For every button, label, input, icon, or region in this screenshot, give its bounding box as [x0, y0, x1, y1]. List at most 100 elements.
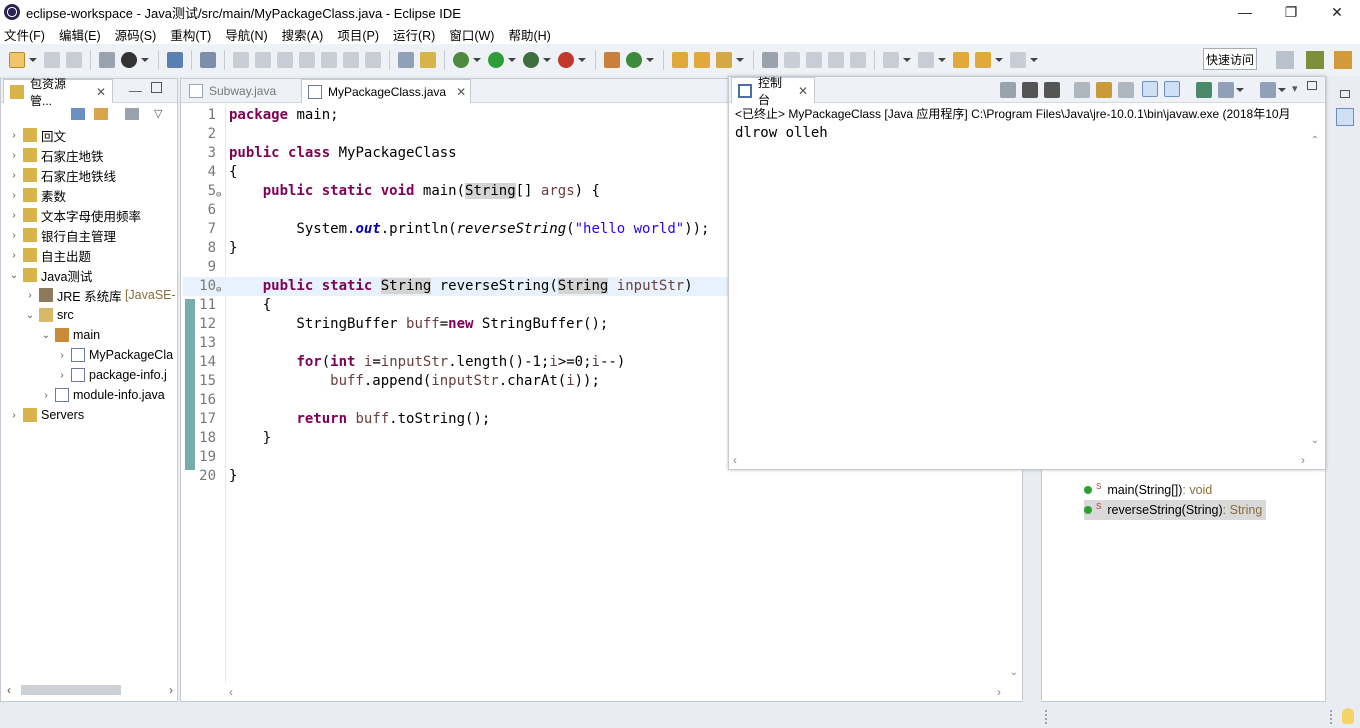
- expand-icon[interactable]: ›: [9, 210, 19, 221]
- expand-icon[interactable]: ›: [9, 190, 19, 201]
- menu-refactor[interactable]: 重构(T): [170, 25, 211, 44]
- outline-item-reversestring[interactable]: S reverseString(String) : String: [1084, 500, 1267, 520]
- view-menu-icon[interactable]: ▽: [154, 107, 162, 120]
- menu-run[interactable]: 运行(R): [393, 25, 435, 44]
- restore-view-icon[interactable]: [1307, 81, 1317, 90]
- open-type-icon[interactable]: [672, 52, 688, 68]
- expand-icon[interactable]: ›: [57, 370, 67, 381]
- tree-item-letter-frequency[interactable]: › 文本字母使用频率: [1, 205, 177, 225]
- profile-dropdown-icon[interactable]: [141, 58, 149, 62]
- collapse-icon[interactable]: ⌄: [25, 310, 35, 321]
- annotation-icon[interactable]: [762, 52, 778, 68]
- debug-dropdown-icon[interactable]: [473, 58, 481, 62]
- expand-icon[interactable]: ›: [9, 230, 19, 241]
- scroll-up-icon[interactable]: ⌃: [1311, 135, 1319, 146]
- forward-icon[interactable]: [1010, 52, 1026, 68]
- new-java-package-icon[interactable]: [604, 52, 620, 68]
- run-icon[interactable]: [488, 52, 504, 68]
- open-task-icon[interactable]: [694, 52, 710, 68]
- disconnect-icon[interactable]: [299, 52, 315, 68]
- coverage-dropdown-icon[interactable]: [543, 58, 551, 62]
- close-icon[interactable]: ✕: [456, 85, 466, 99]
- scroll-left-icon[interactable]: ‹: [733, 453, 737, 467]
- previous-annotation-dropdown-icon[interactable]: [938, 58, 946, 62]
- console-minimized-icon[interactable]: [1336, 108, 1354, 126]
- forward-dropdown-icon[interactable]: [1030, 58, 1038, 62]
- show-console-on-error-icon[interactable]: [1164, 81, 1180, 97]
- suspend-icon[interactable]: [255, 52, 271, 68]
- terminate-icon[interactable]: [277, 52, 293, 68]
- scroll-right-icon[interactable]: ›: [997, 685, 1001, 699]
- coverage-icon[interactable]: [523, 52, 539, 68]
- console-output[interactable]: dlrow olleh: [735, 125, 828, 141]
- java-ee-perspective-icon[interactable]: [1306, 51, 1324, 69]
- show-console-on-output-icon[interactable]: [1142, 81, 1158, 97]
- back-dropdown-icon[interactable]: [995, 58, 1003, 62]
- scroll-left-icon[interactable]: ‹: [229, 685, 233, 699]
- menu-navigate[interactable]: 导航(N): [225, 25, 267, 44]
- drop-to-frame-icon[interactable]: [420, 52, 436, 68]
- menu-edit[interactable]: 编辑(E): [59, 25, 101, 44]
- menu-search[interactable]: 搜索(A): [282, 25, 324, 44]
- external-tools-dropdown-icon[interactable]: [578, 58, 586, 62]
- scroll-down-icon[interactable]: ⌄: [1010, 667, 1018, 678]
- tree-item-bank[interactable]: › 银行自主管理: [1, 225, 177, 245]
- search-icon[interactable]: [716, 52, 732, 68]
- save-icon[interactable]: [44, 52, 60, 68]
- back-icon[interactable]: [975, 52, 991, 68]
- tree-item-mypackageclass[interactable]: › MyPackageCla: [1, 345, 177, 365]
- tree-item-palindrome[interactable]: › 回文: [1, 125, 177, 145]
- open-perspective-icon[interactable]: [1276, 51, 1294, 69]
- toggle-mark-occurrences-icon[interactable]: [784, 52, 800, 68]
- word-wrap-icon[interactable]: [1118, 82, 1134, 98]
- tree-item-quiz[interactable]: › 自主出题: [1, 245, 177, 265]
- minimize-view-icon[interactable]: —: [129, 83, 142, 98]
- new-dropdown-icon[interactable]: [29, 58, 37, 62]
- terminate-icon[interactable]: [1000, 82, 1016, 98]
- step-over-icon[interactable]: [343, 52, 359, 68]
- maximize-button[interactable]: ❐: [1268, 0, 1314, 24]
- remove-launch-icon[interactable]: [1022, 82, 1038, 98]
- previous-annotation-icon[interactable]: [918, 52, 934, 68]
- tree-item-servers[interactable]: › Servers: [1, 405, 177, 425]
- step-return-icon[interactable]: [365, 52, 381, 68]
- tree-item-package-info[interactable]: › package-info.j: [1, 365, 177, 385]
- expand-icon[interactable]: ›: [9, 150, 19, 161]
- tab-subway-java[interactable]: Subway.java: [183, 79, 299, 103]
- java-perspective-icon[interactable]: [1334, 51, 1352, 69]
- close-window-button[interactable]: ✕: [1314, 0, 1360, 24]
- toggle-word-wrap-icon[interactable]: [806, 52, 822, 68]
- collapse-all-icon[interactable]: [71, 108, 85, 120]
- tree-item-subway-line[interactable]: › 石家庄地铁线: [1, 165, 177, 185]
- horizontal-scrollbar[interactable]: ‹ ›: [7, 683, 173, 697]
- run-dropdown-icon[interactable]: [508, 58, 516, 62]
- scroll-left-icon[interactable]: ‹: [7, 683, 11, 697]
- tree-item-main-package[interactable]: ⌄ main: [1, 325, 177, 345]
- tree-item-subway[interactable]: › 石家庄地铁: [1, 145, 177, 165]
- menu-source[interactable]: 源码(S): [115, 25, 157, 44]
- expand-icon[interactable]: ›: [9, 170, 19, 181]
- tips-lightbulb-icon[interactable]: [1342, 708, 1354, 724]
- menu-project[interactable]: 项目(P): [337, 25, 379, 44]
- close-icon[interactable]: ✕: [798, 84, 808, 98]
- new-class-dropdown-icon[interactable]: [646, 58, 654, 62]
- remove-all-terminated-icon[interactable]: [1044, 82, 1060, 98]
- expand-icon[interactable]: ›: [9, 250, 19, 261]
- restore-stack-icon[interactable]: [1340, 90, 1350, 98]
- display-console-dropdown-icon[interactable]: [1236, 88, 1244, 92]
- focus-on-task-icon[interactable]: [125, 108, 139, 120]
- show-whitespace-icon[interactable]: [850, 52, 866, 68]
- tree-item-java-test[interactable]: ⌄ Java测试: [1, 265, 177, 285]
- scroll-down-icon[interactable]: ⌄: [1311, 435, 1319, 446]
- console-toggle-icon[interactable]: [167, 52, 183, 68]
- search-dropdown-icon[interactable]: [736, 58, 744, 62]
- pin-console-icon[interactable]: [1196, 82, 1212, 98]
- tab-mypackageclass-java[interactable]: MyPackageClass.java ✕: [301, 79, 471, 103]
- tree-item-jre-library[interactable]: › JRE 系统库 [JavaSE-: [1, 285, 177, 305]
- menu-file[interactable]: 文件(F): [4, 25, 45, 44]
- tab-package-explorer[interactable]: 包资源管... ✕: [3, 77, 113, 108]
- outline-item-main[interactable]: S main(String[]) : void: [1084, 480, 1212, 500]
- tree-item-module-info[interactable]: › module-info.java: [1, 385, 177, 405]
- view-menu-icon[interactable]: ▾: [1292, 82, 1298, 95]
- resume-icon[interactable]: [233, 52, 249, 68]
